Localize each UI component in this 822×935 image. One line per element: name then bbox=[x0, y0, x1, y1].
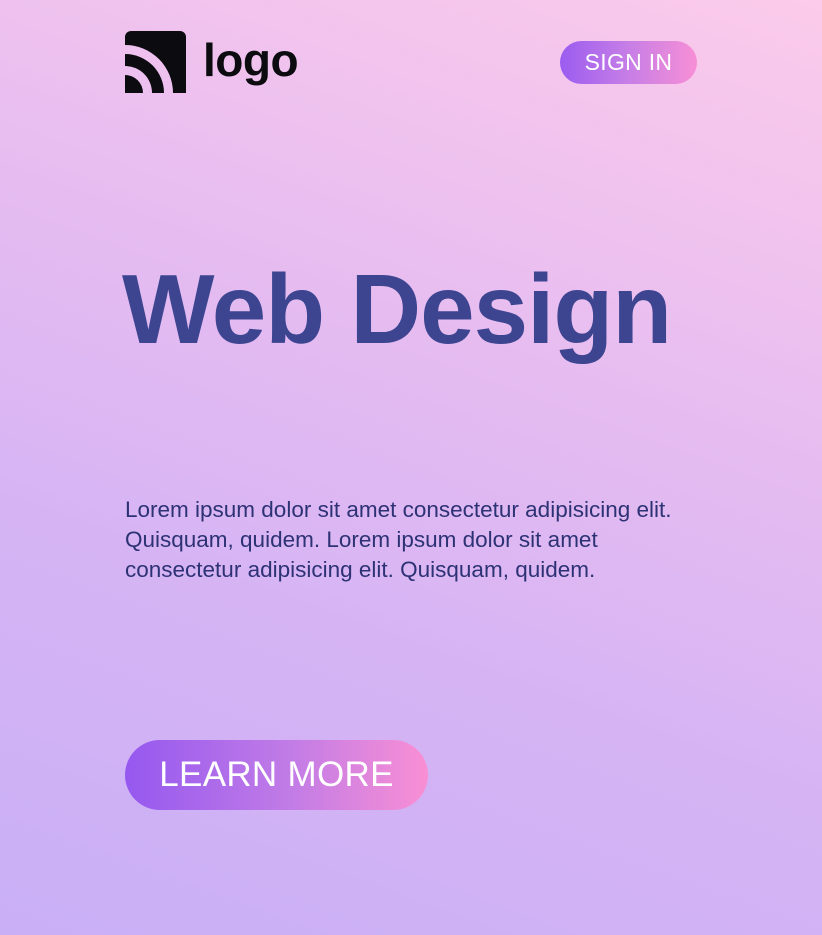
sign-in-button[interactable]: SIGN IN bbox=[560, 41, 697, 84]
rss-feed-icon bbox=[125, 31, 186, 93]
page-title: Web Design bbox=[122, 254, 672, 364]
hero-description: Lorem ipsum dolor sit amet consectetur a… bbox=[125, 497, 672, 582]
site-header: logo SIGN IN bbox=[125, 31, 697, 93]
landing-page: logo SIGN IN Web Design Lorem ipsum dolo… bbox=[0, 0, 822, 935]
logo[interactable]: logo bbox=[125, 31, 299, 93]
logo-text: logo bbox=[203, 34, 299, 86]
learn-more-button[interactable]: LEARN MORE bbox=[125, 740, 428, 810]
